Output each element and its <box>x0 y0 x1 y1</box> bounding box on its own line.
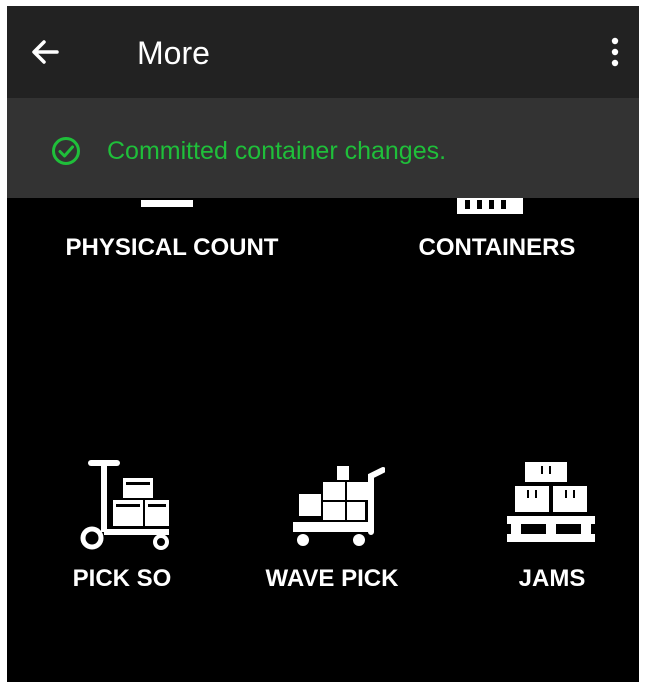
arrow-left-icon[interactable] <box>27 34 63 70</box>
tile-label: JAMS <box>518 565 586 592</box>
tile-wave-pick[interactable]: WAVE PICK <box>247 454 417 604</box>
app-bar: More <box>7 6 639 98</box>
check-circle-icon <box>52 137 80 165</box>
snackbar-message: Committed container changes. <box>107 137 447 165</box>
cart-icon <box>293 466 385 546</box>
page-title: More <box>137 35 210 71</box>
tile-label: WAVE PICK <box>265 565 399 592</box>
snackbar: Committed container changes. <box>7 98 639 198</box>
tile-pick-so[interactable]: PICK SO <box>47 454 197 604</box>
pallet-icon <box>507 462 595 542</box>
hand-truck-icon <box>80 460 169 550</box>
more-vert-icon[interactable] <box>603 34 627 70</box>
tile-jams[interactable]: JAMS <box>487 454 617 604</box>
tile-label: PICK SO <box>72 565 172 592</box>
tile-label: PHYSICAL COUNT <box>65 234 279 261</box>
screen: PHYSICAL COUNT CONTAINERS PICK SO WAVE P… <box>7 6 639 682</box>
tile-label: CONTAINERS <box>418 234 576 261</box>
